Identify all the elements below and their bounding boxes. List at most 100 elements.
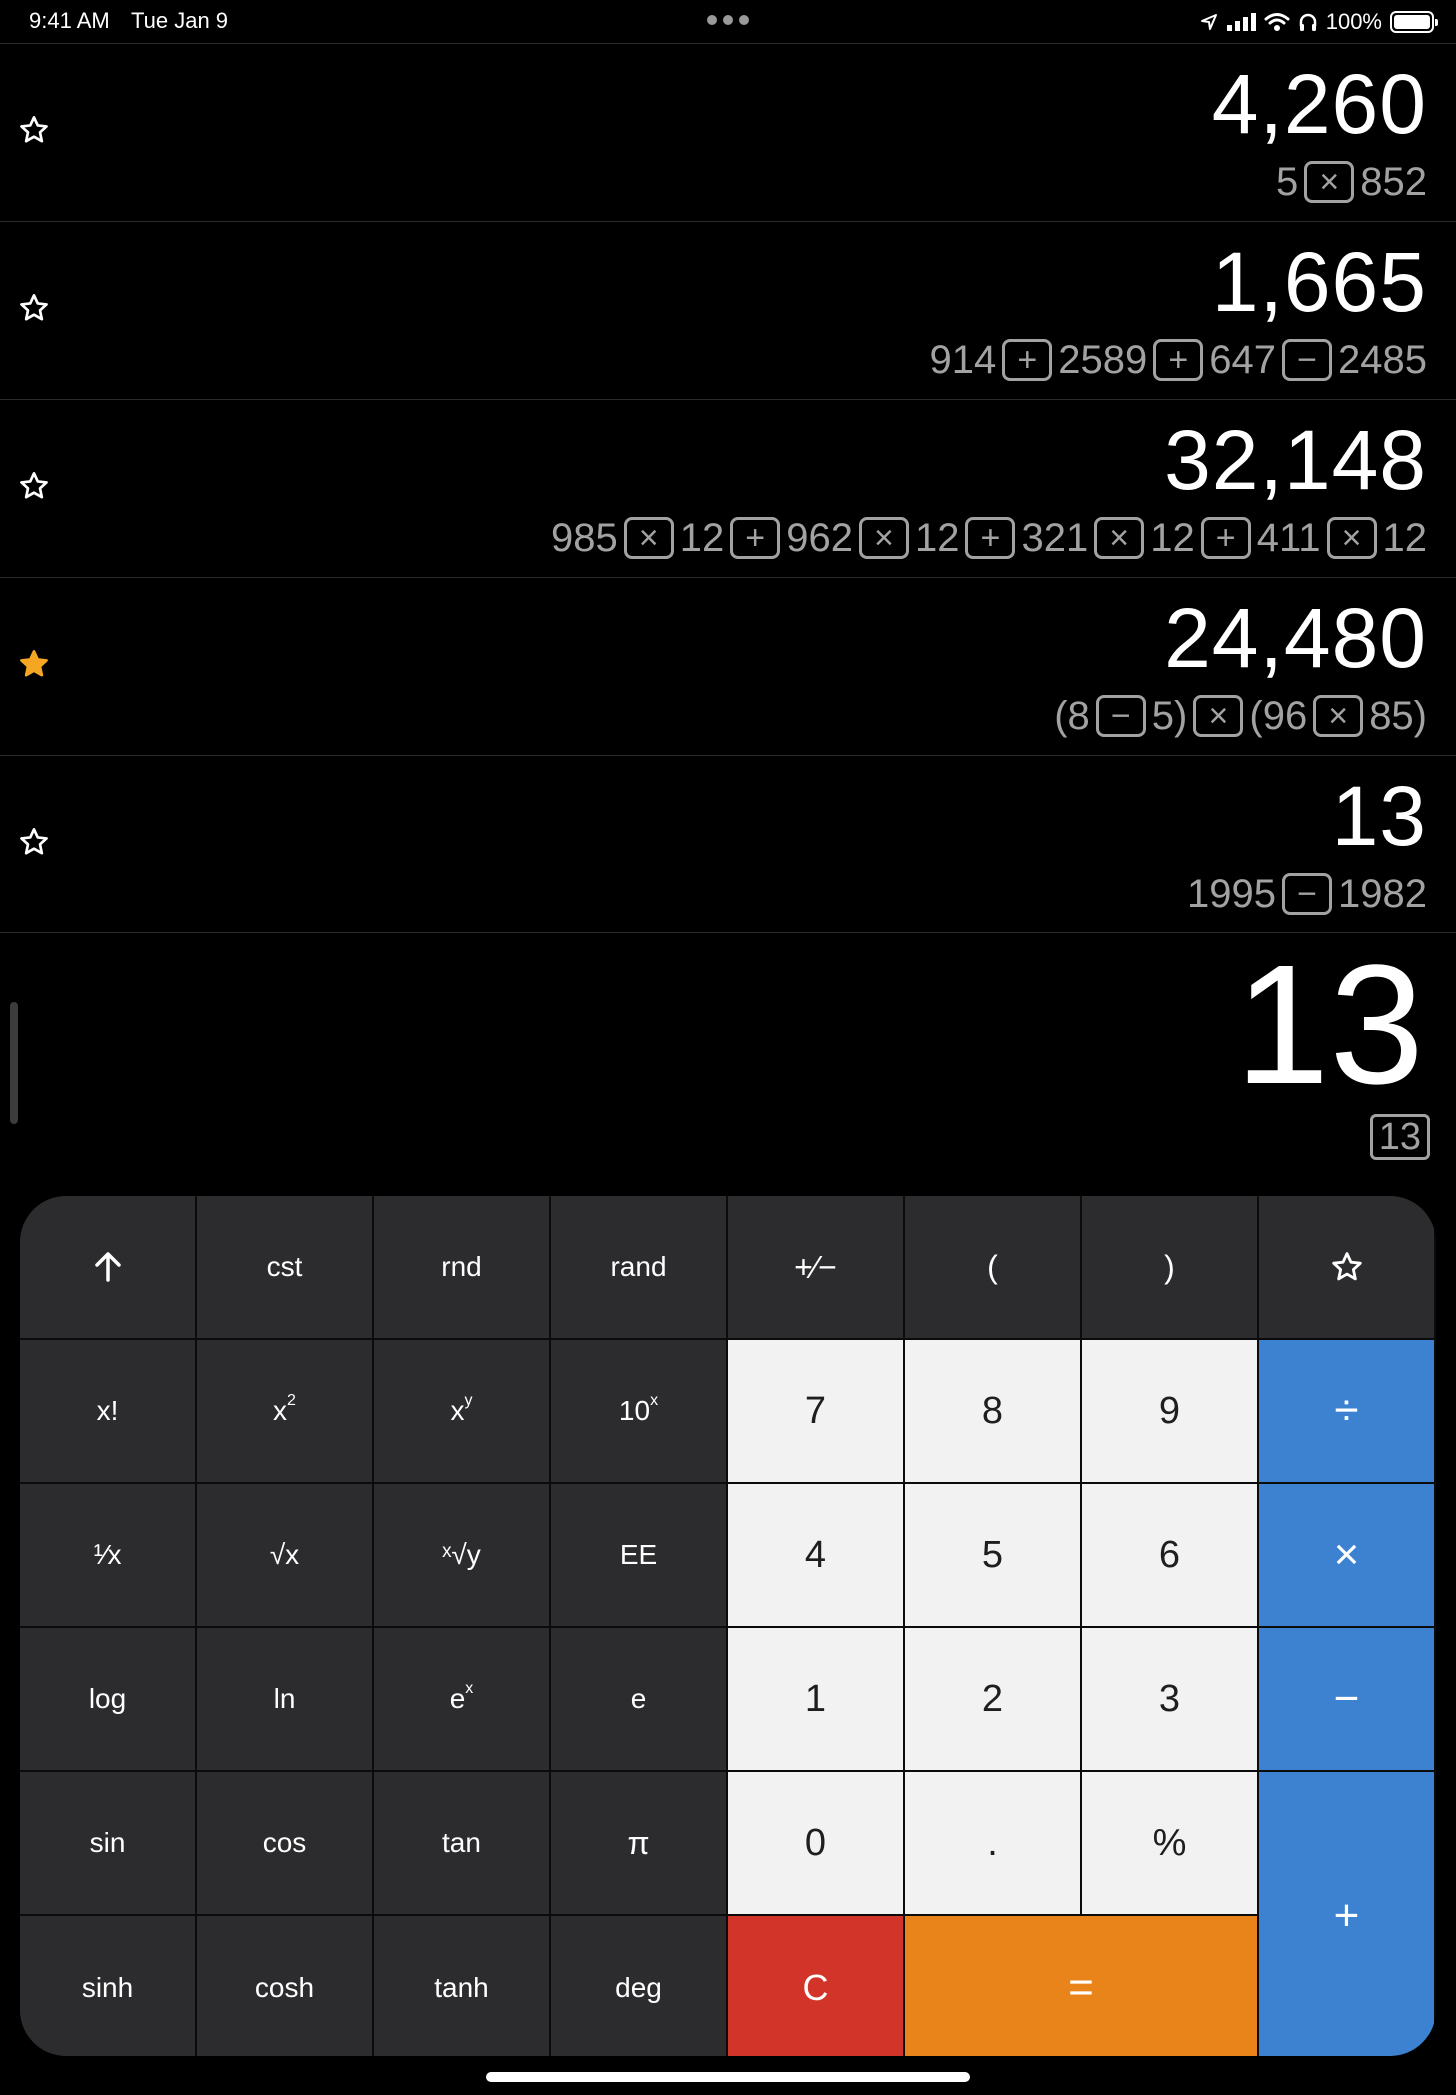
current-expression: 13 bbox=[1369, 1114, 1430, 1160]
exp-exponent: x bbox=[465, 1680, 474, 1697]
battery-icon bbox=[1390, 11, 1438, 33]
exponent-notation-button[interactable]: EE bbox=[551, 1484, 726, 1626]
digit-8-button[interactable]: 8 bbox=[905, 1340, 1080, 1482]
digit-5-button[interactable]: 5 bbox=[905, 1484, 1080, 1626]
star-icon[interactable] bbox=[18, 114, 50, 146]
history-expression: (8−5) × (96 × 85) bbox=[1054, 692, 1427, 740]
close-paren-button[interactable]: ) bbox=[1082, 1196, 1257, 1338]
home-indicator[interactable] bbox=[486, 2072, 970, 2082]
cos-button[interactable]: cos bbox=[197, 1772, 372, 1914]
operator-badge: × bbox=[1304, 161, 1355, 203]
star-icon[interactable] bbox=[18, 470, 50, 502]
operator-badge: − bbox=[1095, 695, 1146, 737]
status-bar: 9:41 AM Tue Jan 9 100% bbox=[0, 0, 1456, 44]
status-date: Tue Jan 9 bbox=[131, 8, 229, 33]
constants-button[interactable]: cst bbox=[197, 1196, 372, 1338]
headphones-icon bbox=[1299, 13, 1316, 31]
multitasking-menu-icon[interactable] bbox=[707, 15, 749, 27]
history-result: 4,260 bbox=[1211, 57, 1427, 151]
operator-badge: + bbox=[1200, 517, 1251, 559]
plus-button[interactable]: + bbox=[1259, 1772, 1434, 2056]
decimal-point-button[interactable]: . bbox=[905, 1772, 1080, 1914]
nth-root-button[interactable]: ˣ√y bbox=[374, 1484, 549, 1626]
digit-4-button[interactable]: 4 bbox=[728, 1484, 903, 1626]
operand: 914 bbox=[929, 338, 997, 382]
power-exponent: y bbox=[464, 1392, 473, 1409]
exp-button[interactable]: ex bbox=[374, 1628, 549, 1770]
operand: 411 bbox=[1256, 516, 1321, 560]
history-row[interactable]: 4,260 5 × 852 bbox=[0, 43, 1456, 221]
operand: 1995 bbox=[1187, 872, 1277, 916]
equals-button[interactable]: = bbox=[905, 1916, 1257, 2056]
digit-9-button[interactable]: 9 bbox=[1082, 1340, 1257, 1482]
calculator-app: 9:41 AM Tue Jan 9 100% 4,260 5 × 852 1,665 91… bbox=[0, 0, 1456, 2095]
divide-button[interactable]: ÷ bbox=[1259, 1340, 1434, 1482]
digit-0-button[interactable]: 0 bbox=[728, 1772, 903, 1914]
operand: 1982 bbox=[1338, 872, 1427, 916]
random-button[interactable]: rand bbox=[551, 1196, 726, 1338]
favorite-button[interactable] bbox=[1259, 1196, 1434, 1338]
operand: (96 bbox=[1249, 694, 1308, 738]
euler-button[interactable]: e bbox=[551, 1628, 726, 1770]
star-filled-icon[interactable] bbox=[18, 648, 50, 680]
exp-base: e bbox=[449, 1683, 466, 1714]
history-row[interactable]: 24,480 (8−5) × (96 × 85) bbox=[0, 577, 1456, 755]
square-exponent: 2 bbox=[287, 1392, 296, 1409]
shift-button[interactable] bbox=[20, 1196, 195, 1338]
factorial-button[interactable]: x! bbox=[20, 1340, 195, 1482]
history-expression: 985 × 12 +962 × 12 +321 × 12 +411 × 12 bbox=[551, 514, 1427, 562]
arrow-up-icon bbox=[94, 1252, 121, 1282]
operator-badge: × bbox=[858, 517, 909, 559]
reciprocal-button[interactable]: ¹⁄x bbox=[20, 1484, 195, 1626]
cellular-signal-icon bbox=[1226, 13, 1256, 31]
round-button[interactable]: rnd bbox=[374, 1196, 549, 1338]
digit-1-button[interactable]: 1 bbox=[728, 1628, 903, 1770]
natural-log-button[interactable]: ln bbox=[197, 1628, 372, 1770]
log-button[interactable]: log bbox=[20, 1628, 195, 1770]
sinh-button[interactable]: sinh bbox=[20, 1916, 195, 2056]
history-result: 1,665 bbox=[1211, 235, 1427, 329]
operand: 12 bbox=[1150, 516, 1195, 560]
degree-mode-button[interactable]: deg bbox=[551, 1916, 726, 2056]
digit-7-button[interactable]: 7 bbox=[728, 1340, 903, 1482]
digit-6-button[interactable]: 6 bbox=[1082, 1484, 1257, 1626]
star-icon[interactable] bbox=[18, 292, 50, 324]
history-expression: 5 × 852 bbox=[1276, 158, 1427, 206]
percent-button[interactable]: % bbox=[1082, 1772, 1257, 1914]
clear-button[interactable]: C bbox=[728, 1916, 903, 2056]
scroll-indicator[interactable] bbox=[10, 1002, 18, 1124]
sin-button[interactable]: sin bbox=[20, 1772, 195, 1914]
multiply-button[interactable]: × bbox=[1259, 1484, 1434, 1626]
operator-badge: × bbox=[623, 517, 674, 559]
square-root-button[interactable]: √x bbox=[197, 1484, 372, 1626]
operator-badge: × bbox=[1094, 517, 1145, 559]
square-button[interactable]: x2 bbox=[197, 1340, 372, 1482]
history-row[interactable]: 1,665 914 +2589 +647−2485 bbox=[0, 221, 1456, 399]
operator-badge: + bbox=[730, 517, 781, 559]
operator-badge: × bbox=[1326, 517, 1377, 559]
history-result: 32,148 bbox=[1164, 413, 1427, 507]
operand: 2589 bbox=[1058, 338, 1148, 382]
tan-button[interactable]: tan bbox=[374, 1772, 549, 1914]
square-base: x bbox=[273, 1395, 288, 1426]
operand: 321 bbox=[1021, 516, 1089, 560]
operand: 12 bbox=[679, 516, 725, 560]
ten-power-exponent: x bbox=[650, 1392, 659, 1409]
sign-toggle-button[interactable]: +∕− bbox=[728, 1196, 903, 1338]
operator-badge: × bbox=[1193, 695, 1244, 737]
power-button[interactable]: xy bbox=[374, 1340, 549, 1482]
operator-badge: − bbox=[1282, 339, 1333, 381]
pi-button[interactable]: π bbox=[551, 1772, 726, 1914]
digit-2-button[interactable]: 2 bbox=[905, 1628, 1080, 1770]
ten-power-button[interactable]: 10 x bbox=[551, 1340, 726, 1482]
digit-3-button[interactable]: 3 bbox=[1082, 1628, 1257, 1770]
open-paren-button[interactable]: ( bbox=[905, 1196, 1080, 1338]
minus-button[interactable]: − bbox=[1259, 1628, 1434, 1770]
history-row[interactable]: 13 1995−1982 bbox=[0, 755, 1456, 933]
history-row[interactable]: 32,148 985 × 12 +962 × 12 +321 × 12 +411 × 12 bbox=[0, 399, 1456, 577]
tanh-button[interactable]: tanh bbox=[374, 1916, 549, 2056]
cosh-button[interactable]: cosh bbox=[197, 1916, 372, 2056]
operand: 5) bbox=[1151, 694, 1188, 738]
history-list[interactable]: 4,260 5 × 852 1,665 914 +2589 +647−2485 32,148 98… bbox=[0, 43, 1456, 933]
star-icon[interactable] bbox=[18, 826, 50, 858]
